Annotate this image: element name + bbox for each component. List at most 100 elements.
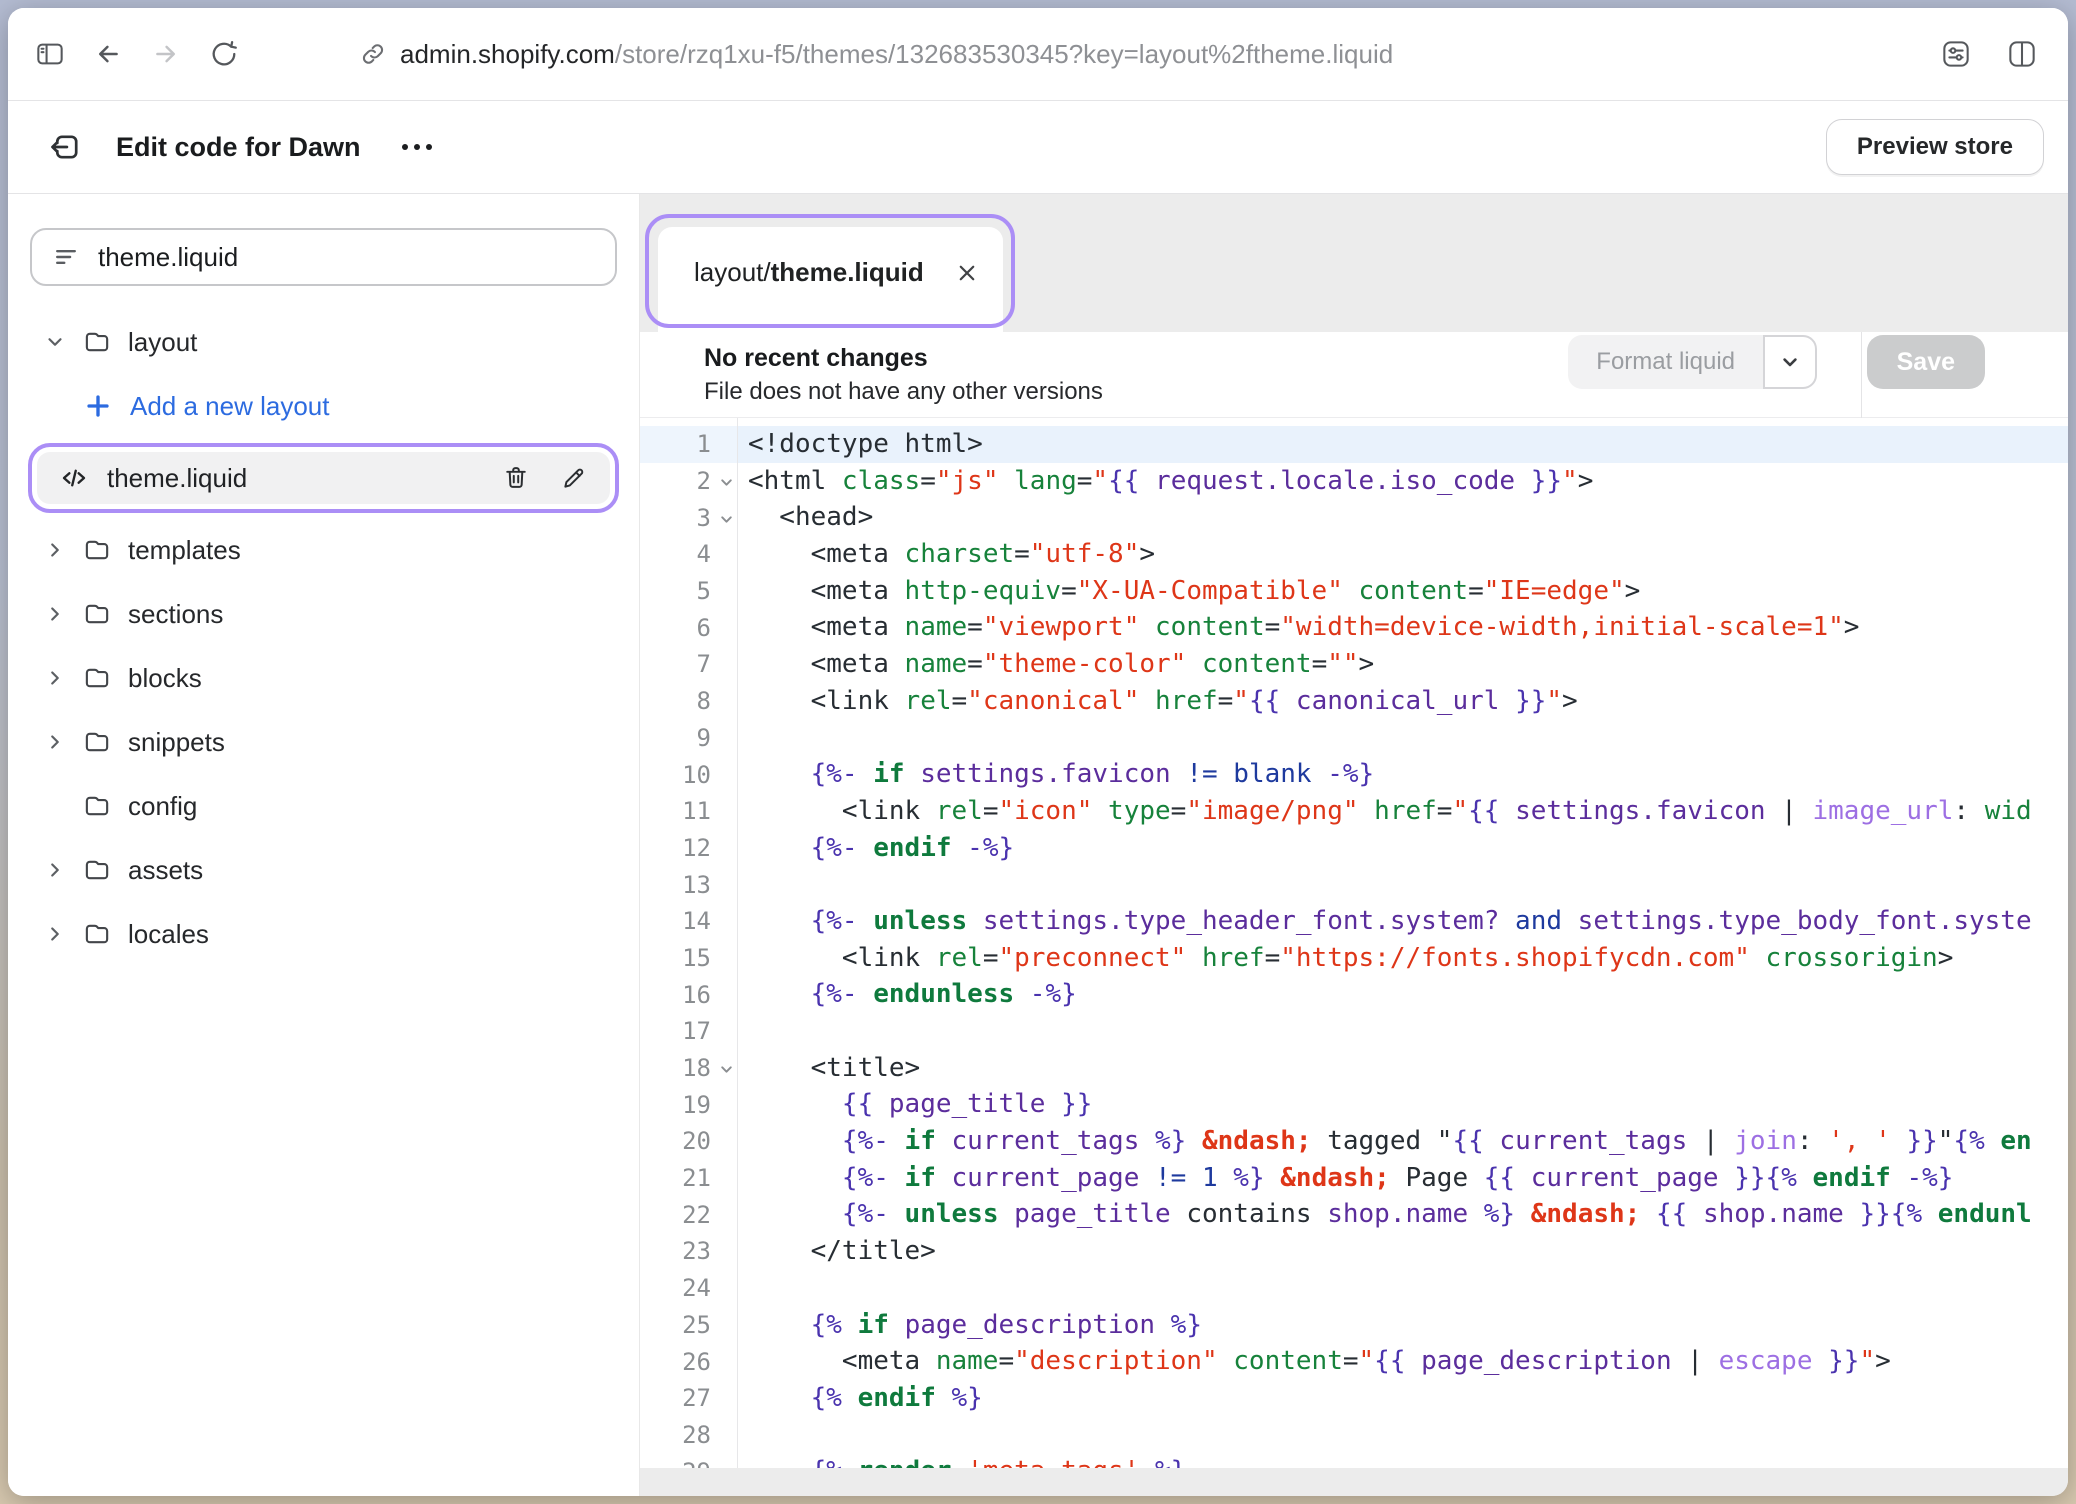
sidebar-item-blocks[interactable]: blocks [8, 646, 639, 710]
code-line-9[interactable] [738, 720, 2068, 757]
line-number-2[interactable]: 2 [640, 463, 737, 500]
line-number-15[interactable]: 15 [640, 940, 737, 977]
line-number-10[interactable]: 10 [640, 756, 737, 793]
page-settings-icon[interactable] [1940, 38, 1972, 70]
line-number-28[interactable]: 28 [640, 1417, 737, 1454]
chevron-down-icon[interactable] [44, 331, 82, 353]
line-number-7[interactable]: 7 [640, 646, 737, 683]
sidebar-item-locales[interactable]: locales [8, 902, 639, 966]
chevron-right-icon[interactable] [44, 603, 82, 625]
line-number-16[interactable]: 16 [640, 976, 737, 1013]
tab-theme-liquid[interactable]: layout/theme.liquid [658, 227, 1003, 332]
code-line-13[interactable] [738, 866, 2068, 903]
line-number-14[interactable]: 14 [640, 903, 737, 940]
code-line-3[interactable]: <head> [738, 499, 2068, 536]
sidebar-item-assets[interactable]: assets [8, 838, 639, 902]
line-number-19[interactable]: 19 [640, 1086, 737, 1123]
line-number-8[interactable]: 8 [640, 683, 737, 720]
code-line-6[interactable]: <meta name="viewport" content="width=dev… [738, 609, 2068, 646]
preview-store-button[interactable]: Preview store [1826, 119, 2044, 175]
code-line-15[interactable]: <link rel="preconnect" href="https://fon… [738, 940, 2068, 977]
line-number-29[interactable]: 29 [640, 1453, 737, 1468]
line-number-25[interactable]: 25 [640, 1307, 737, 1344]
code-line-12[interactable]: {%- endif -%} [738, 830, 2068, 867]
trash-icon[interactable] [502, 464, 530, 492]
code-line-19[interactable]: {{ page_title }} [738, 1086, 2068, 1123]
code-line-18[interactable]: <title> [738, 1050, 2068, 1087]
code-line-8[interactable]: <link rel="canonical" href="{{ canonical… [738, 683, 2068, 720]
address-bar[interactable]: admin.shopify.com/store/rzq1xu-f5/themes… [360, 39, 1393, 70]
code-line-20[interactable]: {%- if current_tags %} &ndash; tagged "{… [738, 1123, 2068, 1160]
pencil-icon[interactable] [560, 464, 588, 492]
line-number-17[interactable]: 17 [640, 1013, 737, 1050]
line-number-18[interactable]: 18 [640, 1050, 737, 1087]
chevron-right-icon[interactable] [44, 859, 82, 881]
line-number-3[interactable]: 3 [640, 499, 737, 536]
save-button[interactable]: Save [1867, 335, 1985, 389]
line-number-27[interactable]: 27 [640, 1380, 737, 1417]
code-line-17[interactable] [738, 1013, 2068, 1050]
line-number-20[interactable]: 20 [640, 1123, 737, 1160]
reload-icon[interactable] [208, 38, 240, 70]
code-line-1[interactable]: <!doctype html> [738, 426, 2068, 463]
code-line-24[interactable] [738, 1270, 2068, 1307]
more-menu-icon[interactable] [399, 141, 435, 153]
sidebar-item-snippets[interactable]: snippets [8, 710, 639, 774]
format-liquid-button[interactable]: Format liquid [1568, 335, 1817, 389]
line-number-22[interactable]: 22 [640, 1196, 737, 1233]
line-number-23[interactable]: 23 [640, 1233, 737, 1270]
sidebar-item-theme-liquid[interactable]: theme.liquid [37, 452, 610, 504]
file-search-input[interactable]: theme.liquid [30, 228, 617, 286]
code-line-5[interactable]: <meta http-equiv="X-UA-Compatible" conte… [738, 573, 2068, 610]
code-line-10[interactable]: {%- if settings.favicon != blank -%} [738, 756, 2068, 793]
code-line-7[interactable]: <meta name="theme-color" content=""> [738, 646, 2068, 683]
code-line-4[interactable]: <meta charset="utf-8"> [738, 536, 2068, 573]
line-number-1[interactable]: 1 [640, 426, 737, 463]
code-line-23[interactable]: </title> [738, 1233, 2068, 1270]
code-editor[interactable]: 1234567891011121314151617181920212223242… [640, 418, 2068, 1468]
add-new-layout-button[interactable]: Add a new layout [8, 374, 639, 438]
split-view-icon[interactable] [2006, 38, 2038, 70]
fold-icon[interactable] [719, 1062, 734, 1077]
fold-icon[interactable] [719, 512, 734, 527]
code-line-2[interactable]: <html class="js" lang="{{ request.locale… [738, 463, 2068, 500]
line-number-6[interactable]: 6 [640, 609, 737, 646]
code-line-14[interactable]: {%- unless settings.type_header_font.sys… [738, 903, 2068, 940]
code-line-29[interactable]: {% render 'meta-tags' %} [738, 1453, 2068, 1468]
line-number-26[interactable]: 26 [640, 1343, 737, 1380]
code-line-22[interactable]: {%- unless page_title contains shop.name… [738, 1196, 2068, 1233]
code-line-26[interactable]: <meta name="description" content="{{ pag… [738, 1343, 2068, 1380]
line-number-5[interactable]: 5 [640, 573, 737, 610]
sidebar-toggle-icon[interactable] [34, 38, 66, 70]
sidebar-item-layout[interactable]: layout [8, 310, 639, 374]
chevron-right-icon[interactable] [44, 667, 82, 689]
back-icon[interactable] [92, 38, 124, 70]
line-number-4[interactable]: 4 [640, 536, 737, 573]
line-number-21[interactable]: 21 [640, 1160, 737, 1197]
code-content[interactable]: <!doctype html><html class="js" lang="{{… [738, 418, 2068, 1468]
code-line-16[interactable]: {%- endunless -%} [738, 976, 2068, 1013]
format-liquid-label[interactable]: Format liquid [1568, 335, 1763, 389]
code-line-21[interactable]: {%- if current_page != 1 %} &ndash; Page… [738, 1160, 2068, 1197]
code-line-11[interactable]: <link rel="icon" type="image/png" href="… [738, 793, 2068, 830]
fold-icon[interactable] [719, 475, 734, 490]
close-tab-icon[interactable] [954, 260, 980, 286]
format-dropdown-icon[interactable] [1763, 335, 1817, 389]
chevron-right-icon[interactable] [44, 539, 82, 561]
sidebar-item-templates[interactable]: templates [8, 518, 639, 582]
line-number-11[interactable]: 11 [640, 793, 737, 830]
sidebar-item-sections[interactable]: sections [8, 582, 639, 646]
line-number-9[interactable]: 9 [640, 720, 737, 757]
sidebar-item-config[interactable]: config [8, 774, 639, 838]
line-number-24[interactable]: 24 [640, 1270, 737, 1307]
exit-icon[interactable] [48, 129, 84, 165]
chevron-right-icon[interactable] [44, 731, 82, 753]
folder-label: blocks [128, 663, 202, 694]
line-number-13[interactable]: 13 [640, 866, 737, 903]
chevron-right-icon[interactable] [44, 923, 82, 945]
forward-icon[interactable] [150, 38, 182, 70]
code-line-25[interactable]: {% if page_description %} [738, 1307, 2068, 1344]
line-number-12[interactable]: 12 [640, 830, 737, 867]
code-line-27[interactable]: {% endif %} [738, 1380, 2068, 1417]
code-line-28[interactable] [738, 1417, 2068, 1454]
